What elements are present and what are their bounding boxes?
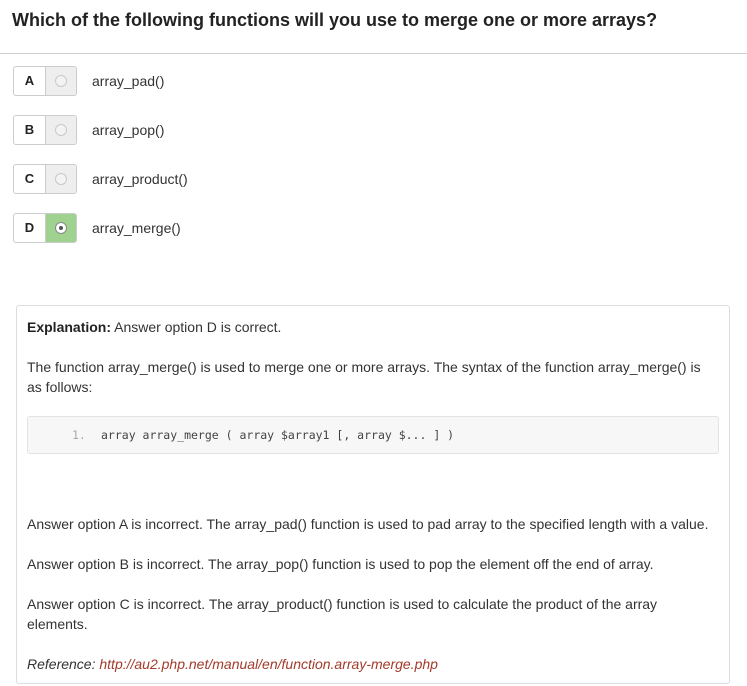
explanation-label: Explanation:: [27, 319, 112, 335]
code-block: 1. array array_merge ( array $array1 [, …: [27, 416, 719, 454]
option-a-radio[interactable]: [55, 75, 67, 87]
option-d-text[interactable]: array_merge(): [92, 220, 181, 236]
option-d-radio[interactable]: [55, 222, 67, 234]
code-source: array array_merge ( array $array1 [, arr…: [101, 428, 455, 442]
reference-label: Reference:: [27, 656, 100, 672]
explanation-panel: Explanation: Answer option D is correct.…: [16, 305, 730, 684]
option-a-selector[interactable]: A: [13, 66, 77, 96]
option-d-radio-cell[interactable]: [46, 214, 76, 242]
option-a-letter: A: [14, 67, 46, 95]
explanation-option-c: Answer option C is incorrect. The array_…: [27, 596, 658, 632]
option-a-text[interactable]: array_pad(): [92, 73, 164, 89]
option-c[interactable]: C array_product(): [13, 164, 613, 194]
question-text: Which of the following functions will yo…: [12, 10, 658, 30]
explanation-summary: Explanation: Answer option D is correct.: [27, 317, 717, 337]
option-a[interactable]: A array_pad(): [13, 66, 613, 96]
question-header: Which of the following functions will yo…: [0, 0, 747, 54]
option-c-radio[interactable]: [55, 173, 67, 185]
option-b-letter: B: [14, 116, 46, 144]
option-b-selector[interactable]: B: [13, 115, 77, 145]
option-b[interactable]: B array_pop(): [13, 115, 613, 145]
option-d-letter: D: [14, 214, 46, 242]
explanation-option-b: Answer option B is incorrect. The array_…: [27, 556, 654, 572]
option-b-radio-cell[interactable]: [46, 116, 76, 144]
option-b-radio[interactable]: [55, 124, 67, 136]
option-d-selector[interactable]: D: [13, 213, 77, 243]
option-c-selector[interactable]: C: [13, 164, 77, 194]
explanation-intro: The function array_merge() is used to me…: [27, 359, 701, 395]
explanation-option-a: Answer option A is incorrect. The array_…: [27, 516, 709, 532]
option-c-letter: C: [14, 165, 46, 193]
reference-link[interactable]: http://au2.php.net/manual/en/function.ar…: [99, 656, 438, 672]
option-a-radio-cell[interactable]: [46, 67, 76, 95]
option-d[interactable]: D array_merge(): [13, 213, 613, 243]
option-c-text[interactable]: array_product(): [92, 171, 188, 187]
code-line-number: 1.: [72, 428, 86, 442]
option-c-radio-cell[interactable]: [46, 165, 76, 193]
option-b-text[interactable]: array_pop(): [92, 122, 164, 138]
reference-line: Reference: http://au2.php.net/manual/en/…: [27, 654, 717, 674]
explanation-summary-text: Answer option D is correct.: [111, 319, 282, 335]
